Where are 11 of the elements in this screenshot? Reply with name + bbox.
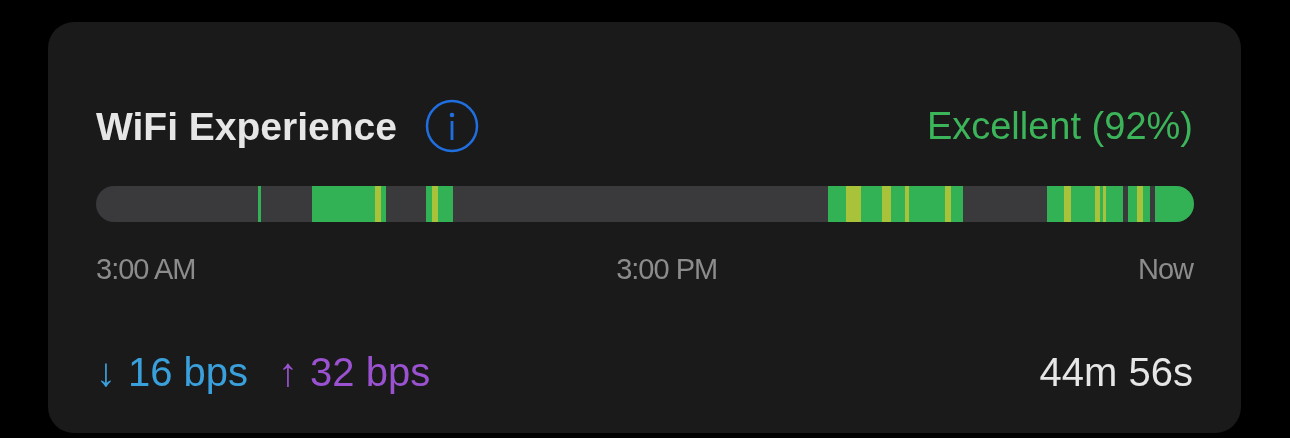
duration-text: 44m 56s <box>1039 352 1193 392</box>
info-icon[interactable] <box>424 99 479 153</box>
rating-text: Excellent (92%) <box>926 107 1193 145</box>
time-label: Now <box>1137 252 1193 288</box>
upload-arrow: ↑ <box>278 352 299 392</box>
download-speed: 16 bps <box>128 352 249 392</box>
upload-speed: 32 bps <box>310 352 431 392</box>
time-label: 3:00 PM <box>616 252 718 288</box>
card-title: WiFi Experience <box>96 106 397 146</box>
time-label: 3:00 AM <box>96 252 196 288</box>
download-arrow: ↓ <box>96 352 116 392</box>
